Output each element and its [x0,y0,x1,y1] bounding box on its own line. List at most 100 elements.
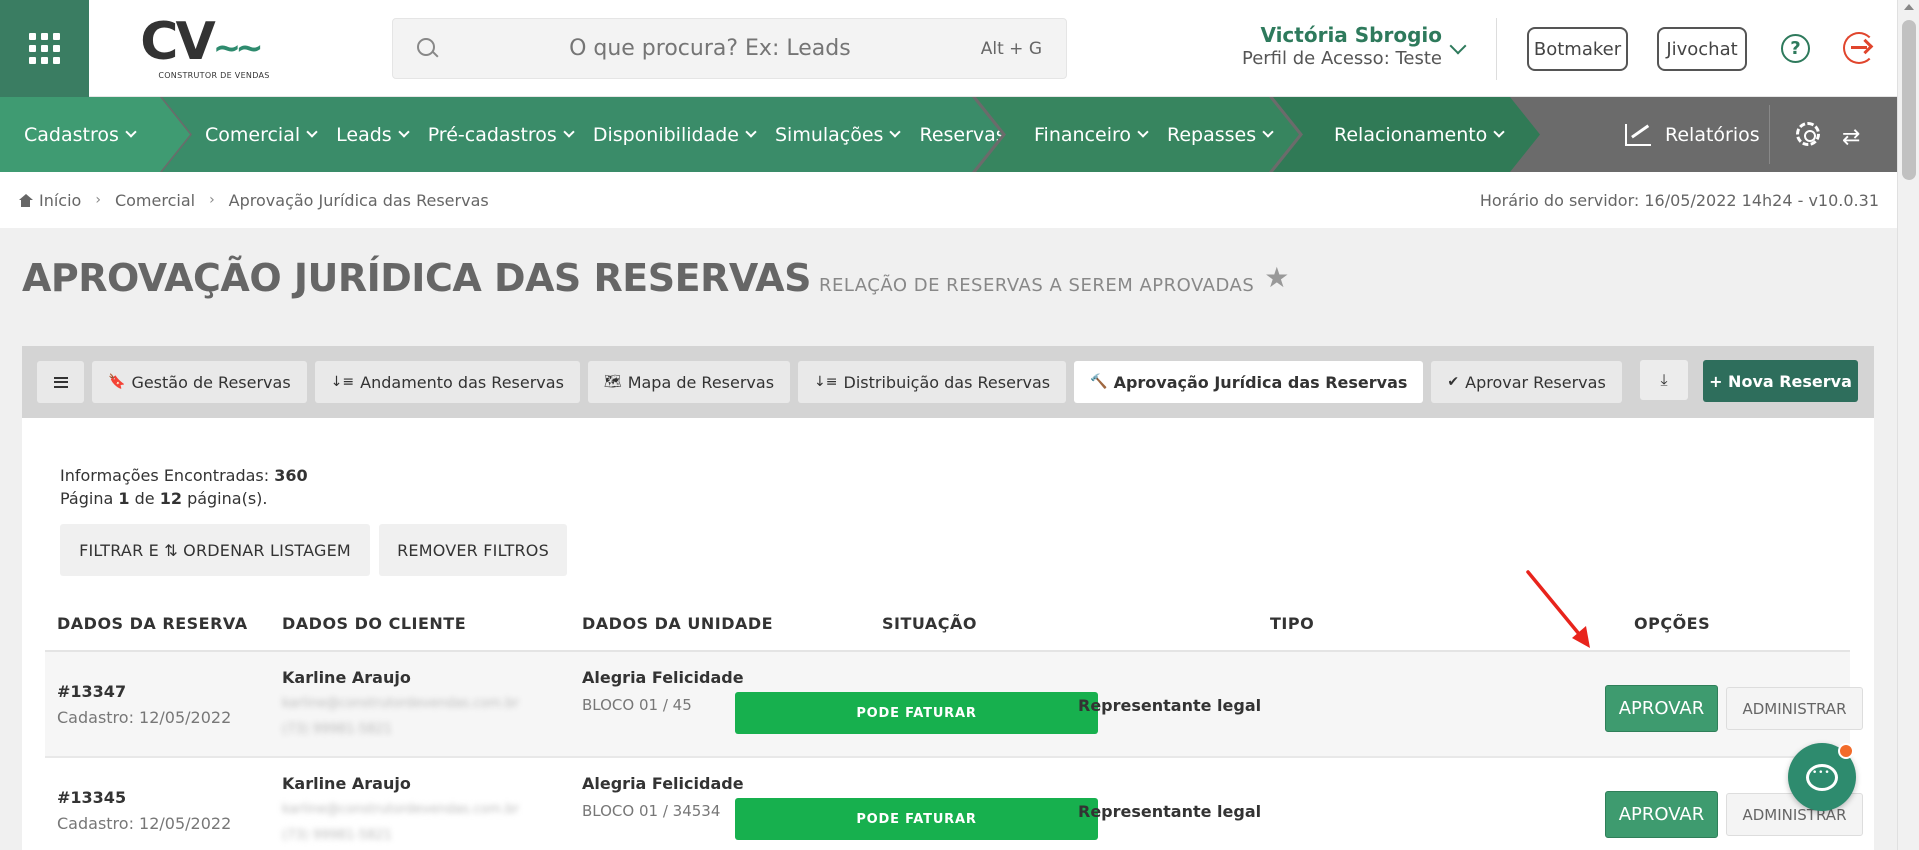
reserva-id[interactable]: #13345 [57,788,126,807]
chevron-down-icon [1262,126,1273,137]
chevron-down-icon [890,126,901,137]
top-header: CV~~ CONSTRUTOR DE VENDAS Alt + G Victór… [0,0,1919,97]
tabs-menu-button[interactable] [37,361,84,403]
nav-item-relacionamento[interactable]: Relacionamento [1334,124,1503,146]
botmaker-button[interactable]: Botmaker [1527,27,1628,71]
chevron-down-icon [1494,126,1505,137]
scroll-up-icon[interactable] [1904,4,1914,10]
tab-aprovar-reservas[interactable]: ✔ Aprovar Reservas [1431,361,1622,403]
nav-segment-relacionamento: Relacionamento [1273,97,1540,172]
client-email: karline@construtordevendas.com.br [282,802,519,817]
user-name: Victória Sbrogio [1260,23,1442,47]
search-input[interactable] [439,36,981,61]
reserva-date: Cadastro: 12/05/2022 [57,708,232,727]
gear-icon[interactable] [1796,122,1820,146]
status-badge: PODE FATURAR [735,798,1098,840]
star-icon[interactable]: ★ [1264,261,1289,294]
client-name: Karline Araujo [282,668,411,687]
user-profile: Perfil de Acesso: Teste [1241,48,1442,69]
hamburger-icon [53,376,68,388]
unit-name: Alegria Felicidade [582,668,744,687]
client-email: karline@construtordevendas.com.br [282,696,519,711]
tab-andamento-reservas[interactable]: ↓≡ Andamento das Reservas [314,361,580,403]
nav-item-comercial[interactable]: Comercial [205,124,316,146]
col-header-tipo: TIPO [1270,614,1315,633]
bookmark-icon: 🔖 [108,374,126,390]
main-nav: Cadastros Comercial Leads Pré-cadastros … [0,97,1897,172]
unit-location: BLOCO 01 / 34534 [582,802,721,820]
breadcrumb-comercial[interactable]: Comercial [115,191,195,210]
line-chart-icon [1625,123,1651,146]
check-icon: ✔ [1447,374,1460,390]
table-row: #13345 Cadastro: 12/05/2022 Karline Arau… [45,758,1863,850]
col-header-unidade: DADOS DA UNIDADE [582,614,774,633]
sort-icon: ↓≡ [330,374,355,390]
tab-distribuicao-reservas[interactable]: ↓≡ Distribuição das Reservas [798,361,1067,403]
filter-order-button[interactable]: FILTRAR E ⇅ ORDENAR LISTAGEM [60,524,370,576]
page-title: APROVAÇÃO JURÍDICA DAS RESERVAS [22,256,811,300]
download-icon: ⤓ [1660,370,1668,389]
global-search[interactable]: Alt + G [392,18,1067,79]
chevron-down-icon [306,126,317,137]
nav-item-relatorios[interactable]: Relatórios [1625,97,1760,172]
tab-gestao-reservas[interactable]: 🔖 Gestão de Reservas [92,361,307,403]
remove-filters-button[interactable]: REMOVER FILTROS [379,524,567,576]
nova-reserva-button[interactable]: + Nova Reserva [1703,360,1858,402]
chevron-down-icon [398,126,409,137]
help-icon[interactable]: ? [1781,34,1810,63]
client-name: Karline Araujo [282,774,411,793]
breadcrumb-home[interactable]: Início [39,191,81,210]
chevron-right-icon: › [209,192,215,208]
results-card: Informações Encontradas: 360 Página 1 de… [22,418,1874,850]
breadcrumb: Início › Comercial › Aprovação Jurídica … [0,172,1897,228]
swap-icon[interactable]: ⇄ [1842,125,1860,150]
scroll-thumb[interactable] [1902,20,1916,180]
download-button[interactable]: ⤓ [1640,360,1688,400]
home-icon [18,193,33,207]
status-badge: PODE FATURAR [735,692,1098,734]
search-shortcut: Alt + G [980,38,1042,59]
reservas-tabs: 🔖 Gestão de Reservas ↓≡ Andamento das Rese… [22,346,1874,418]
tipo-value: Representante legal [1078,696,1262,715]
nav-item-disponibilidade[interactable]: Disponibilidade [593,124,755,146]
col-header-cliente: DADOS DO CLIENTE [282,614,467,633]
nav-item-repasses[interactable]: Repasses [1167,124,1272,146]
chat-icon [1806,763,1838,791]
chevron-down-icon[interactable] [1449,37,1467,55]
notification-dot [1838,743,1854,759]
search-icon [417,37,439,60]
chevron-right-icon: › [95,192,101,208]
logo[interactable]: CV~~ CONSTRUTOR DE VENDAS [89,0,279,97]
page-subtitle: RELAÇÃO DE RESERVAS A SEREM APROVADAS [818,275,1255,296]
reserva-id[interactable]: #13347 [57,682,126,701]
page-scrollbar[interactable] [1897,0,1919,850]
user-menu[interactable]: Victória Sbrogio Perfil de Acesso: Teste [1234,22,1442,70]
approve-button[interactable]: APROVAR [1605,791,1718,838]
logout-icon[interactable] [1843,32,1875,64]
chevron-down-icon [1137,126,1148,137]
unit-name: Alegria Felicidade [582,774,744,793]
jivochat-button[interactable]: Jivochat [1657,27,1747,71]
administrar-button[interactable]: ADMINISTRAR [1726,687,1863,730]
page-header: APROVAÇÃO JURÍDICA DAS RESERVAS RELAÇÃO … [22,256,1289,300]
chevron-down-icon [745,126,756,137]
tab-aprovacao-juridica[interactable]: 🔨 Aprovação Jurídica das Reservas [1074,361,1424,403]
tipo-value: Representante legal [1078,802,1262,821]
tab-mapa-reservas[interactable]: 🗺 Mapa de Reservas [587,361,791,403]
grid-icon [29,32,60,64]
nav-item-financeiro[interactable]: Financeiro [1034,124,1147,146]
col-header-opcoes: OPÇÕES [1634,614,1711,633]
nav-item-simulacoes[interactable]: Simulações [775,124,899,146]
reserva-date: Cadastro: 12/05/2022 [57,814,232,833]
nav-divider [1769,105,1770,164]
apps-menu-button[interactable] [0,0,89,97]
nav-segment-comercial: Comercial Leads Pré-cadastros Disponibil… [162,97,1002,172]
nav-item-leads[interactable]: Leads [336,124,408,146]
results-info: Informações Encontradas: 360 Página 1 de… [60,466,308,508]
chevron-down-icon [563,126,574,137]
unit-location: BLOCO 01 / 45 [582,696,692,714]
nav-item-pre-cadastros[interactable]: Pré-cadastros [428,124,573,146]
approve-button[interactable]: APROVAR [1605,685,1718,732]
nav-item-cadastros[interactable]: Cadastros [24,124,135,146]
chevron-down-icon [125,126,136,137]
